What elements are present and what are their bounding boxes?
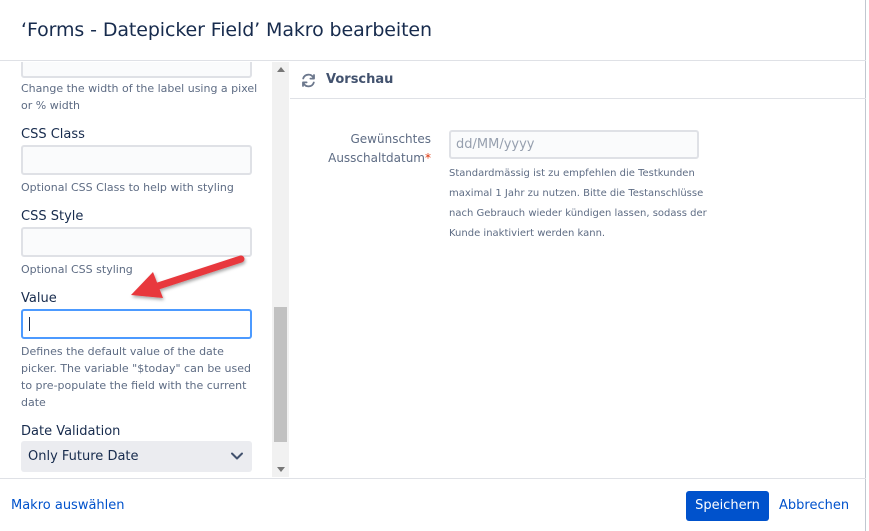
css-style-description: Optional CSS styling	[21, 263, 133, 276]
chevron-down-icon	[231, 452, 243, 460]
scroll-up-arrow-icon[interactable]	[277, 67, 285, 72]
text-caret	[29, 317, 30, 331]
dialog-header: ‘Forms - Datepicker Field’ Makro bearbei…	[0, 0, 866, 61]
preview-date-placeholder: dd/MM/yyyy	[456, 137, 535, 152]
preview-date-input[interactable]: dd/MM/yyyy	[449, 130, 699, 159]
save-button[interactable]: Speichern	[686, 491, 769, 521]
date-validation-selected: Only Future Date	[28, 449, 139, 464]
required-marker: *	[425, 151, 431, 165]
value-description: Defines the default value of the date pi…	[21, 345, 252, 409]
css-class-description: Optional CSS Class to help with styling	[21, 181, 234, 194]
dialog-title: ‘Forms - Datepicker Field’ Makro bearbei…	[21, 19, 432, 41]
preview-header: Vorschau	[290, 62, 866, 99]
preview-help-text: Standardmässig ist zu empfehlen die Test…	[449, 168, 707, 239]
cancel-button[interactable]: Abbrechen	[779, 498, 849, 513]
scroll-down-arrow-icon[interactable]	[277, 467, 285, 472]
css-style-label: CSS Style	[21, 209, 84, 224]
date-validation-select[interactable]: Only Future Date	[21, 441, 252, 472]
css-style-input[interactable]	[21, 227, 252, 257]
preview-field-label: Gewünschtes Ausschaltdatum*	[310, 130, 431, 168]
value-label: Value	[21, 291, 57, 306]
macro-edit-dialog: ‘Forms - Datepicker Field’ Makro bearbei…	[0, 0, 866, 531]
dialog-footer: Makro auswählen Speichern Abbrechen	[0, 478, 866, 531]
date-validation-label: Date Validation	[21, 424, 121, 439]
css-class-label: CSS Class	[21, 127, 85, 142]
preview-field-label-text: Gewünschtes Ausschaltdatum	[328, 132, 431, 165]
preview-title: Vorschau	[326, 72, 394, 87]
scrollbar-thumb[interactable]	[274, 307, 287, 442]
width-description: Change the width of the label using a pi…	[21, 82, 258, 112]
left-panel-scrollbar[interactable]	[272, 62, 289, 477]
width-input[interactable]	[21, 62, 252, 78]
refresh-icon[interactable]	[300, 72, 317, 89]
macro-parameters-panel: Change the width of the label using a pi…	[0, 62, 289, 477]
value-input[interactable]	[21, 309, 252, 339]
select-macro-link[interactable]: Makro auswählen	[11, 498, 125, 513]
css-class-input[interactable]	[21, 145, 252, 175]
